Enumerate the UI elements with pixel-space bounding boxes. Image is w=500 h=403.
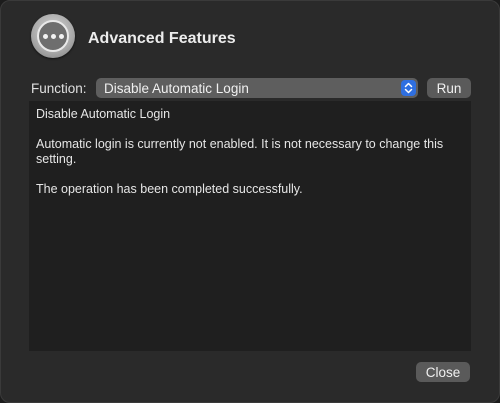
ellipsis-icon: [31, 14, 75, 58]
function-row: Function: Disable Automatic Login Run: [31, 78, 471, 98]
run-button[interactable]: Run: [427, 78, 471, 98]
advanced-features-window: Advanced Features Function: Disable Auto…: [0, 0, 500, 403]
window-header: Advanced Features: [31, 14, 236, 58]
function-select-value: Disable Automatic Login: [104, 80, 249, 96]
function-select[interactable]: Disable Automatic Login: [96, 78, 418, 98]
output-line-operation: Disable Automatic Login: [36, 107, 171, 121]
output-line-status: Automatic login is currently not enabled…: [36, 137, 444, 166]
close-button[interactable]: Close: [416, 362, 470, 382]
chevron-up-down-icon: [401, 80, 416, 96]
output-line-result: The operation has been completed success…: [36, 182, 303, 196]
function-label: Function:: [31, 80, 87, 96]
window-title: Advanced Features: [88, 30, 236, 47]
output-text-area: Disable Automatic Login Automatic login …: [29, 101, 471, 351]
